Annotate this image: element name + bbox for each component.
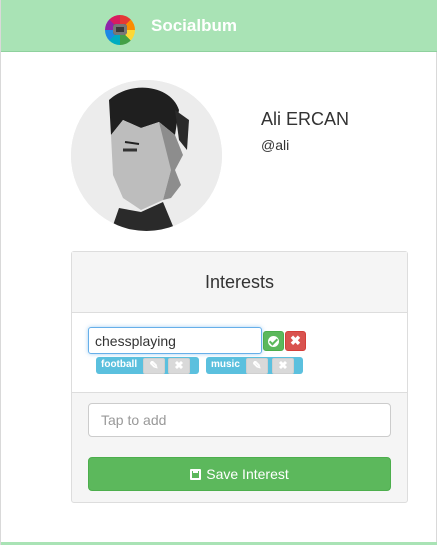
close-icon: ✖	[174, 360, 184, 372]
tag-label: music	[211, 359, 240, 370]
edit-icon: ✎	[252, 360, 262, 372]
save-interest-label: Save Interest	[206, 466, 289, 482]
confirm-edit-button[interactable]	[263, 331, 284, 351]
tag-music: music ✎ ✖	[206, 357, 303, 374]
navbar: Socialbum	[1, 0, 437, 52]
camera-logo-icon[interactable]	[105, 15, 135, 45]
edit-tag-button[interactable]: ✎	[246, 358, 268, 374]
remove-tag-button[interactable]: ✖	[168, 358, 190, 374]
edit-tag-button[interactable]: ✎	[143, 358, 165, 374]
cancel-edit-button[interactable]: ✖	[285, 331, 306, 351]
tag-label: football	[101, 359, 138, 370]
tags-area: ✖ football ✎ ✖ music ✎ ✖	[72, 313, 407, 393]
edit-icon: ✎	[149, 360, 159, 372]
profile-username: @ali	[261, 137, 290, 153]
avatar	[71, 80, 222, 231]
panel-heading: Interests	[72, 252, 407, 313]
interests-panel: Interests ✖ football ✎ ✖ music	[71, 251, 408, 503]
edit-interest-input[interactable]	[88, 327, 262, 354]
close-icon: ✖	[278, 360, 288, 372]
add-interest-input[interactable]	[88, 403, 391, 437]
remove-tag-button[interactable]: ✖	[272, 358, 294, 374]
page: Socialbum Ali ERCAN @ali Interests ✖	[0, 0, 437, 545]
check-circle-icon	[268, 336, 279, 347]
floppy-disk-icon	[190, 469, 202, 480]
profile-name: Ali ERCAN	[261, 109, 350, 129]
panel-title: Interests	[204, 272, 275, 292]
brand-title[interactable]: Socialbum	[151, 16, 237, 36]
tag-football: football ✎ ✖	[96, 357, 199, 374]
close-icon: ✖	[290, 333, 301, 348]
save-interest-button[interactable]: Save Interest	[88, 457, 391, 491]
